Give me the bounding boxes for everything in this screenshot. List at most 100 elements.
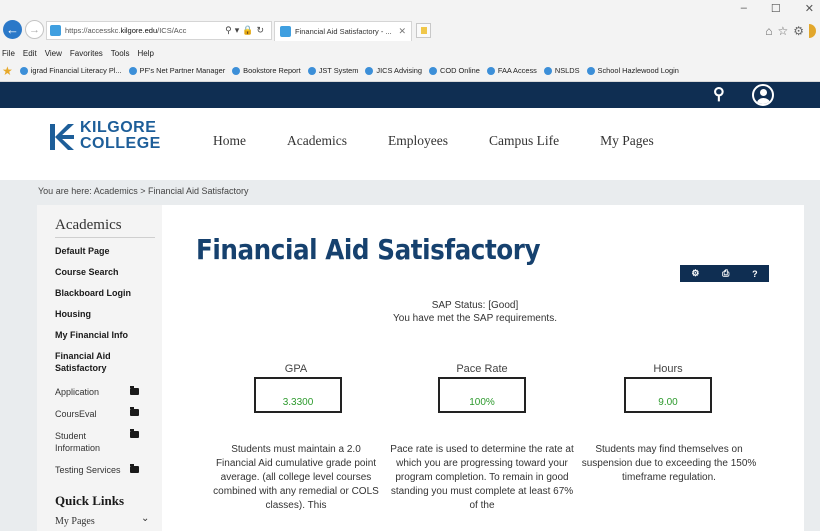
quick-links-title: Quick Links	[55, 493, 125, 508]
sap-status-block: SAP Status: [Good] You have met the SAP …	[330, 299, 620, 325]
breadcrumb: You are here: Academics > Financial Aid …	[38, 186, 249, 196]
favorite-link[interactable]: NSLDS	[543, 66, 580, 75]
close-window-icon[interactable]: ✕	[805, 2, 814, 15]
maximize-icon[interactable]: ☐	[771, 2, 781, 15]
gpa-value: 3.3300	[282, 397, 314, 408]
page-tools: ⚙ ⎙ ?	[680, 265, 769, 282]
sidebar-divider	[55, 237, 155, 238]
gpa-label: GPA	[284, 363, 308, 375]
site-favicon-icon	[50, 25, 61, 36]
link-icon	[543, 66, 552, 75]
nav-academics[interactable]: Academics	[287, 133, 347, 149]
sidebar-subitem-application[interactable]: Application	[55, 386, 125, 398]
menu-help[interactable]: Help	[137, 49, 153, 58]
tab-close-icon[interactable]: ✕	[398, 26, 411, 37]
browser-tab[interactable]: Financial Aid Satisfactory - ... ✕	[274, 21, 412, 41]
favorite-link[interactable]: PF's Net Partner Manager	[128, 66, 225, 75]
gpa-box: 3.3300	[254, 377, 342, 413]
favorites-star-icon[interactable]: ☆	[777, 24, 788, 38]
print-icon[interactable]: ⎙	[722, 268, 729, 279]
hours-label: Hours	[653, 363, 683, 375]
quick-links-select[interactable]: My Pages	[55, 516, 95, 527]
folder-icon	[130, 386, 139, 395]
favorite-link[interactable]: igrad Financial Literacy Pl...	[19, 66, 122, 75]
sidebar-item-course-search[interactable]: Course Search	[55, 266, 135, 278]
favorites-bar: ★ igrad Financial Literacy Pl... PF's Ne…	[0, 60, 820, 82]
settings-gear-icon[interactable]: ⚙	[691, 268, 699, 279]
new-tab-button[interactable]	[416, 23, 431, 38]
favorite-link[interactable]: Bookstore Report	[232, 66, 301, 75]
sap-message: You have met the SAP requirements.	[393, 313, 557, 324]
favorite-link[interactable]: JST System	[307, 66, 358, 75]
folder-icon	[130, 407, 139, 416]
window-controls: – ☐ ✕	[741, 2, 814, 15]
sidebar-item-my-financial-info[interactable]: My Financial Info	[55, 329, 135, 341]
page-title: Financial Aid Satisfactory	[196, 233, 541, 266]
sidebar-item-default-page[interactable]: Default Page	[55, 245, 135, 257]
site-topbar: ⚲	[0, 82, 820, 108]
address-bar[interactable]: https://accesskc. kilgore.edu/ICS/Acc ⚲▾🔒…	[46, 21, 272, 40]
address-tools-icons[interactable]: ⚲▾🔒↻	[225, 25, 271, 36]
tab-title: Financial Aid Satisfactory - ...	[295, 27, 392, 36]
kilgore-logo-icon[interactable]	[48, 122, 76, 152]
browser-titlebar: ← → https://accesskc. kilgore.edu/ICS/Acc…	[0, 0, 820, 46]
logo-line-1: KILGORE	[80, 119, 157, 136]
url-host: kilgore.edu	[120, 26, 158, 35]
search-icon[interactable]: ⚲	[713, 84, 725, 104]
sidebar-subitem-student-information[interactable]: Student Information	[55, 430, 115, 454]
favorites-star-icon[interactable]: ★	[2, 64, 13, 78]
sidebar-title: Academics	[55, 217, 122, 233]
menu-tools[interactable]: Tools	[111, 49, 130, 58]
nav-campus-life[interactable]: Campus Life	[489, 133, 559, 149]
browser-menubar: File Edit View Favorites Tools Help	[0, 46, 820, 60]
nav-my-pages[interactable]: My Pages	[600, 133, 654, 149]
forward-arrow-icon[interactable]: →	[25, 20, 44, 39]
sidebar-item-housing[interactable]: Housing	[55, 308, 135, 320]
url-suffix: /ICS/Acc	[157, 26, 187, 35]
site-header: KILGORE COLLEGE Home Academics Employees…	[0, 108, 820, 180]
gpa-description: Students must maintain a 2.0 Financial A…	[213, 444, 379, 511]
menu-view[interactable]: View	[45, 49, 62, 58]
help-icon[interactable]: ?	[752, 269, 758, 279]
chevron-down-icon[interactable]: ⌄	[141, 513, 149, 524]
favorite-link[interactable]: COD Online	[429, 66, 480, 75]
hours-box: 9.00	[624, 377, 712, 413]
link-icon	[19, 66, 28, 75]
link-icon	[128, 66, 137, 75]
nav-home[interactable]: Home	[213, 133, 246, 149]
link-icon	[586, 66, 595, 75]
pace-rate-box: 100%	[438, 377, 526, 413]
sidebar-subitem-testing-services[interactable]: Testing Services	[55, 464, 125, 476]
menu-edit[interactable]: Edit	[23, 49, 37, 58]
menu-file[interactable]: File	[2, 49, 15, 58]
minimize-icon[interactable]: –	[741, 2, 747, 15]
pace-rate-description: Pace rate is used to determine the rate …	[390, 444, 574, 511]
url-prefix: https://accesskc.	[65, 26, 121, 35]
favorite-link[interactable]: School Hazlewood Login	[586, 66, 679, 75]
sidebar-item-financial-aid-satisfactory[interactable]: Financial Aid Satisfactory	[55, 350, 125, 374]
hours-value: 9.00	[658, 397, 678, 408]
sap-status-text: SAP Status: [Good]	[431, 300, 519, 311]
logo-text[interactable]: KILGORE COLLEGE	[80, 120, 161, 152]
folder-icon	[130, 429, 139, 438]
main-nav: Home Academics Employees Campus Life My …	[213, 133, 695, 149]
link-icon	[307, 66, 316, 75]
sidebar-item-blackboard-login[interactable]: Blackboard Login	[55, 287, 135, 299]
settings-gear-icon[interactable]: ⚙	[793, 24, 804, 38]
browser-right-icons: ⌂ ☆ ⚙	[765, 24, 816, 38]
link-icon	[429, 66, 437, 75]
logo-line-2: COLLEGE	[80, 135, 161, 152]
back-arrow-icon[interactable]: ←	[3, 20, 22, 39]
link-icon	[486, 66, 495, 75]
favorite-link[interactable]: FAA Access	[486, 66, 537, 75]
smiley-feedback-icon[interactable]	[809, 24, 816, 38]
sidebar-subitem-courseval[interactable]: CoursEval	[55, 408, 125, 420]
hours-description: Students may find themselves on suspensi…	[581, 444, 757, 483]
menu-favorites[interactable]: Favorites	[70, 49, 103, 58]
user-avatar-icon[interactable]	[752, 84, 774, 106]
pace-rate-label: Pace Rate	[456, 363, 508, 375]
link-icon	[365, 66, 374, 75]
favorite-link[interactable]: JICS Advising	[365, 66, 422, 75]
home-icon[interactable]: ⌂	[765, 24, 772, 38]
nav-employees[interactable]: Employees	[388, 133, 448, 149]
